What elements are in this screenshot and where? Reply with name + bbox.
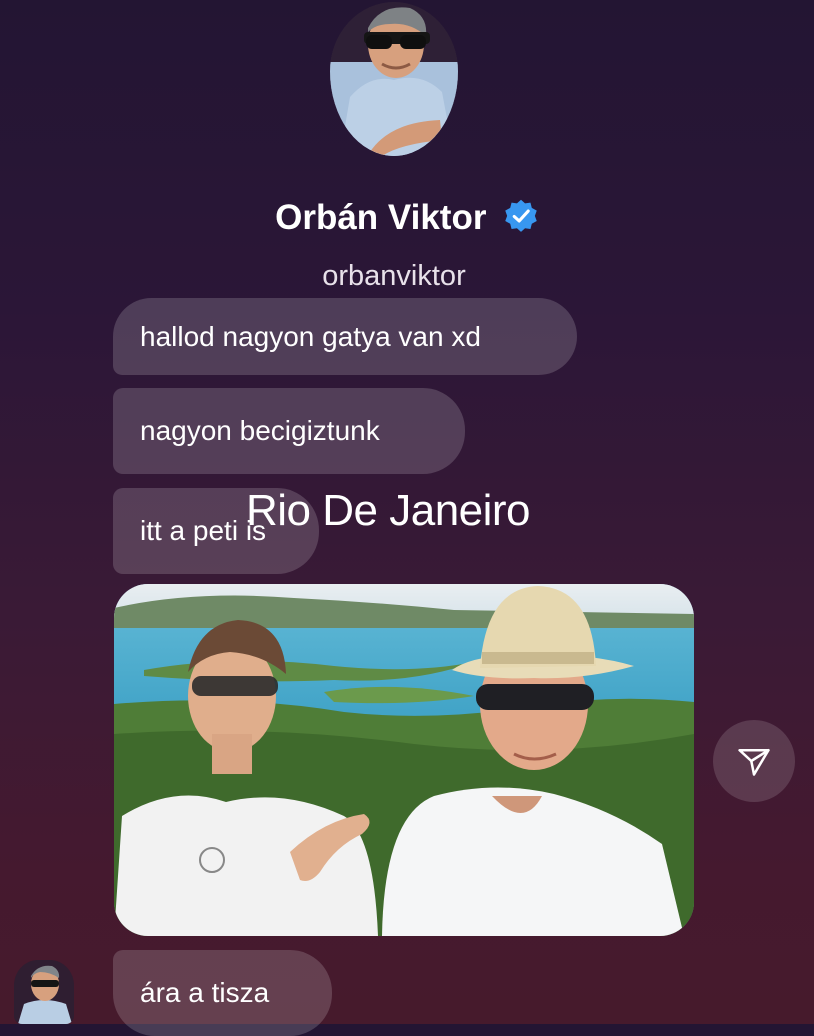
message-text: nagyon becigiztunk xyxy=(140,415,380,446)
profile-header: Orbán Viktor xyxy=(0,198,814,238)
shared-photo[interactable] xyxy=(114,584,694,936)
message-bubble[interactable]: hallod nagyon gatya van xd xyxy=(113,298,577,375)
message-bubble[interactable]: nagyon becigiztunk xyxy=(113,388,465,474)
profile-avatar-image xyxy=(330,2,458,156)
profile-avatar[interactable] xyxy=(330,2,458,156)
share-button[interactable] xyxy=(713,720,795,802)
sender-avatar-image xyxy=(14,960,74,1024)
photo-image xyxy=(114,584,694,936)
profile-handle[interactable]: orbanviktor xyxy=(0,260,788,293)
message-bubble[interactable]: ára a tisza xyxy=(113,950,332,1036)
message-text: ára a tisza xyxy=(140,977,270,1008)
overlay-caption: Rio De Janeiro xyxy=(246,486,531,535)
sender-avatar[interactable] xyxy=(14,960,74,1024)
profile-name[interactable]: Orbán Viktor xyxy=(275,198,486,237)
message-text: hallod nagyon gatya van xd xyxy=(140,320,481,352)
verified-badge-icon xyxy=(505,199,537,232)
paper-plane-icon xyxy=(738,748,770,776)
